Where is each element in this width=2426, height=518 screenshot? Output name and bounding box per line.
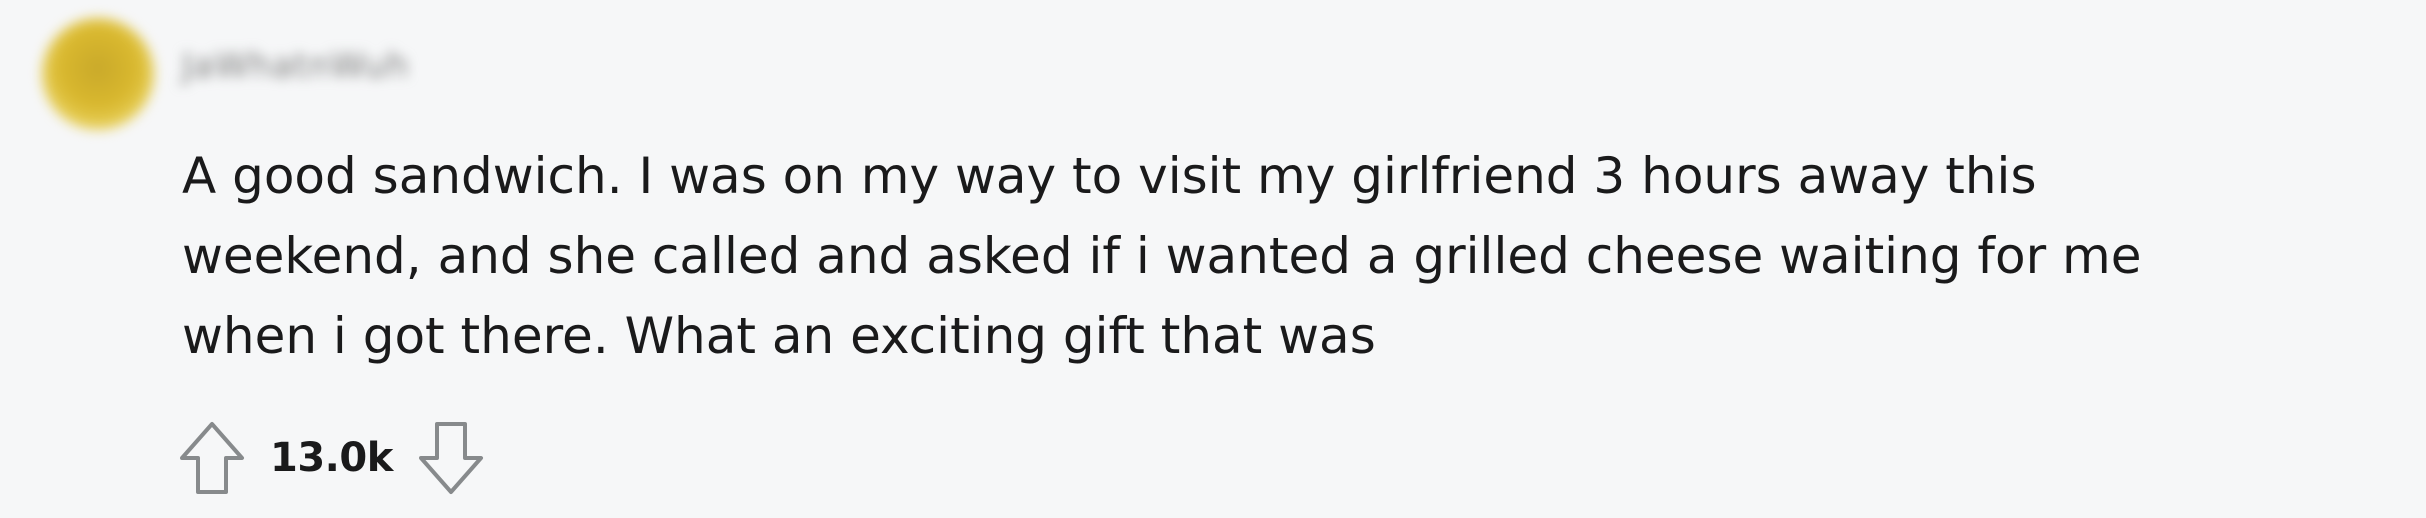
comment-body-line: when i got there. What an exciting gift … xyxy=(182,307,1376,365)
downvote-arrow-icon xyxy=(418,422,483,494)
vote-score: 13.0k xyxy=(270,435,393,481)
comment-body-line: A good sandwich. I was on my way to visi… xyxy=(182,147,2037,205)
avatar[interactable] xyxy=(42,18,154,130)
comment: JaWhatnWuh A good sandwich. I was on my … xyxy=(0,0,2426,518)
upvote-button[interactable] xyxy=(176,416,248,500)
comment-body: A good sandwich. I was on my way to visi… xyxy=(182,136,2382,376)
username[interactable]: JaWhatnWuh xyxy=(182,46,409,86)
upvote-arrow-icon xyxy=(180,422,244,494)
downvote-button[interactable] xyxy=(415,416,487,500)
comment-body-line: weekend, and she called and asked if i w… xyxy=(182,227,2142,285)
vote-bar: 13.0k xyxy=(176,416,487,500)
